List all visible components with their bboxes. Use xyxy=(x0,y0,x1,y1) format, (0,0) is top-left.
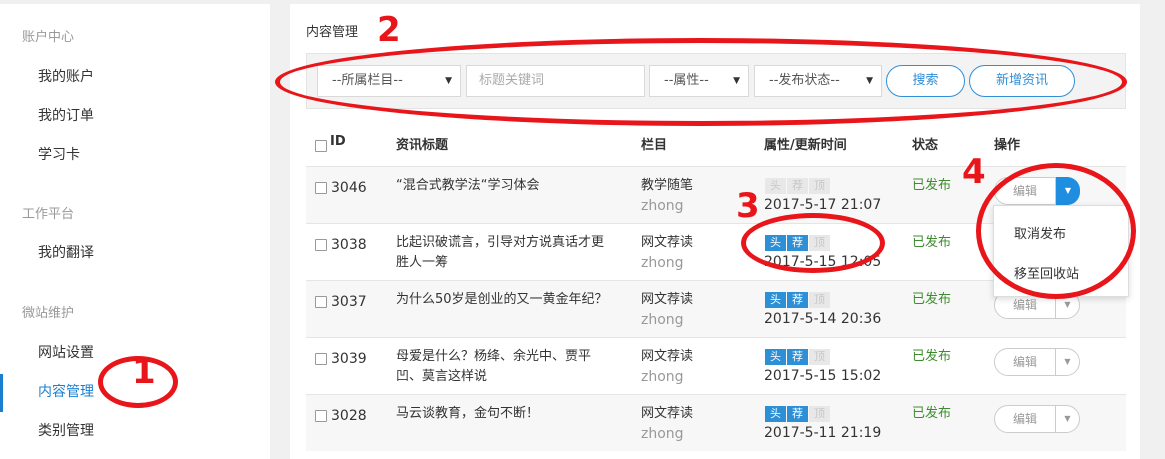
sidebar-item-site-settings[interactable]: 网站设置 xyxy=(38,342,94,362)
row-author: zhong xyxy=(641,198,684,214)
row-id: 3037 xyxy=(331,294,367,310)
row-title-line1[interactable]: 为什么50岁是创业的又一黄金年纪？ xyxy=(396,290,608,310)
sidebar-item-orders[interactable]: 我的订单 xyxy=(38,105,94,125)
row-status: 已发布 xyxy=(912,178,952,193)
row-id: 3038 xyxy=(331,237,367,253)
row-title-line1[interactable]: 母爱是什么？杨绛、余光中、贾平 xyxy=(396,347,591,367)
row-status: 已发布 xyxy=(912,349,952,364)
row-attr-tag[interactable]: 头 xyxy=(765,292,786,308)
row-checkbox[interactable] xyxy=(315,182,327,194)
row-column: 网文荐读 xyxy=(641,349,694,364)
row-checkbox[interactable] xyxy=(315,296,327,308)
row-attr-tag[interactable]: 顶 xyxy=(809,349,830,365)
row-id: 3039 xyxy=(331,351,367,367)
annotation-label-4: 4 xyxy=(962,152,986,192)
select-all-checkbox[interactable] xyxy=(315,140,327,152)
row-attr-tag[interactable]: 荐 xyxy=(787,349,808,365)
row-status: 已发布 xyxy=(912,235,952,250)
row-status: 已发布 xyxy=(912,292,952,307)
row-title-line2[interactable]: 凹、莫言这样说 xyxy=(396,367,487,387)
row-status: 已发布 xyxy=(912,406,952,421)
sidebar-item-content[interactable]: 内容管理 xyxy=(38,381,94,401)
annotation-label-1: 1 xyxy=(132,352,156,392)
row-id: 3028 xyxy=(331,408,367,424)
annotation-label-3: 3 xyxy=(736,186,760,226)
row-attr-tag[interactable]: 头 xyxy=(765,406,786,422)
sidebar-item-card[interactable]: 学习卡 xyxy=(38,144,80,164)
row-attr-tag[interactable]: 顶 xyxy=(809,178,830,194)
caret-down-icon[interactable]: ▼ xyxy=(1056,406,1079,432)
sidebar-group-account: 账户中心 xyxy=(22,30,75,45)
row-attr-tag[interactable]: 荐 xyxy=(787,178,808,194)
row-checkbox[interactable] xyxy=(315,353,327,365)
sidebar-item-account[interactable]: 我的账户 xyxy=(38,66,94,86)
row-title-line2[interactable]: 胜人一筹 xyxy=(396,253,448,273)
annotation-circle-2 xyxy=(275,38,1127,126)
header-column: 栏目 xyxy=(641,138,668,153)
sidebar-group-workbench: 工作平台 xyxy=(22,207,75,222)
header-attr-time: 属性/更新时间 xyxy=(764,138,847,153)
row-attr-tag[interactable]: 头 xyxy=(765,178,786,194)
table-row: 3028 马云谈教育，金句不断！ 网文荐读 zhong 头荐顶 2017-5-11 21:… xyxy=(306,394,1126,451)
annotation-label-2: 2 xyxy=(377,10,401,50)
row-checkbox[interactable] xyxy=(315,239,327,251)
row-id: 3046 xyxy=(331,180,367,196)
edit-button-group[interactable]: 编辑▼ xyxy=(994,405,1080,433)
row-author: zhong xyxy=(641,369,684,385)
row-update-time: 2017-5-15 15:02 xyxy=(764,368,882,384)
row-attr-tag[interactable]: 顶 xyxy=(809,406,830,422)
row-title-line1[interactable]: “混合式教学法“学习体会 xyxy=(396,176,539,196)
row-title-line1[interactable]: 比起识破谎言，引导对方说真话才更 xyxy=(396,233,604,253)
edit-button[interactable]: 编辑 xyxy=(995,406,1055,432)
row-author: zhong xyxy=(641,312,684,328)
table-row: 3039 母爱是什么？杨绛、余光中、贾平 凹、莫言这样说 网文荐读 zhong 头荐顶 20… xyxy=(306,337,1126,394)
row-checkbox[interactable] xyxy=(315,410,327,422)
row-author: zhong xyxy=(641,255,684,271)
header-status: 状态 xyxy=(912,138,939,153)
header-title: 资讯标题 xyxy=(396,138,449,153)
row-column: 教学随笔 xyxy=(641,178,694,193)
row-attr-tag[interactable]: 荐 xyxy=(787,292,808,308)
page-title: 内容管理 xyxy=(306,25,359,40)
row-column: 网文荐读 xyxy=(641,292,694,307)
edit-button[interactable]: 编辑 xyxy=(995,349,1055,375)
row-attr-tag[interactable]: 荐 xyxy=(787,406,808,422)
row-update-time: 2017-5-17 21:07 xyxy=(764,197,882,213)
sidebar-group-microsite: 微站维护 xyxy=(22,306,75,321)
row-title-line1[interactable]: 马云谈教育，金句不断！ xyxy=(396,404,539,424)
annotation-circle-4 xyxy=(976,163,1136,299)
row-update-time: 2017-5-14 20:36 xyxy=(764,311,882,327)
row-update-time: 2017-5-11 21:19 xyxy=(764,425,882,441)
caret-down-icon[interactable]: ▼ xyxy=(1056,349,1079,375)
sidebar-active-indicator xyxy=(0,374,3,412)
row-attr-tag[interactable]: 头 xyxy=(765,349,786,365)
header-id: ID xyxy=(330,134,346,149)
row-author: zhong xyxy=(641,426,684,442)
row-column: 网文荐读 xyxy=(641,235,694,250)
sidebar-item-translation[interactable]: 我的翻译 xyxy=(38,242,94,262)
row-attr-tag[interactable]: 顶 xyxy=(809,292,830,308)
row-column: 网文荐读 xyxy=(641,406,694,421)
sidebar-item-category[interactable]: 类别管理 xyxy=(38,420,94,440)
annotation-circle-3 xyxy=(741,213,885,273)
header-actions: 操作 xyxy=(994,138,1021,153)
edit-button-group[interactable]: 编辑▼ xyxy=(994,348,1080,376)
